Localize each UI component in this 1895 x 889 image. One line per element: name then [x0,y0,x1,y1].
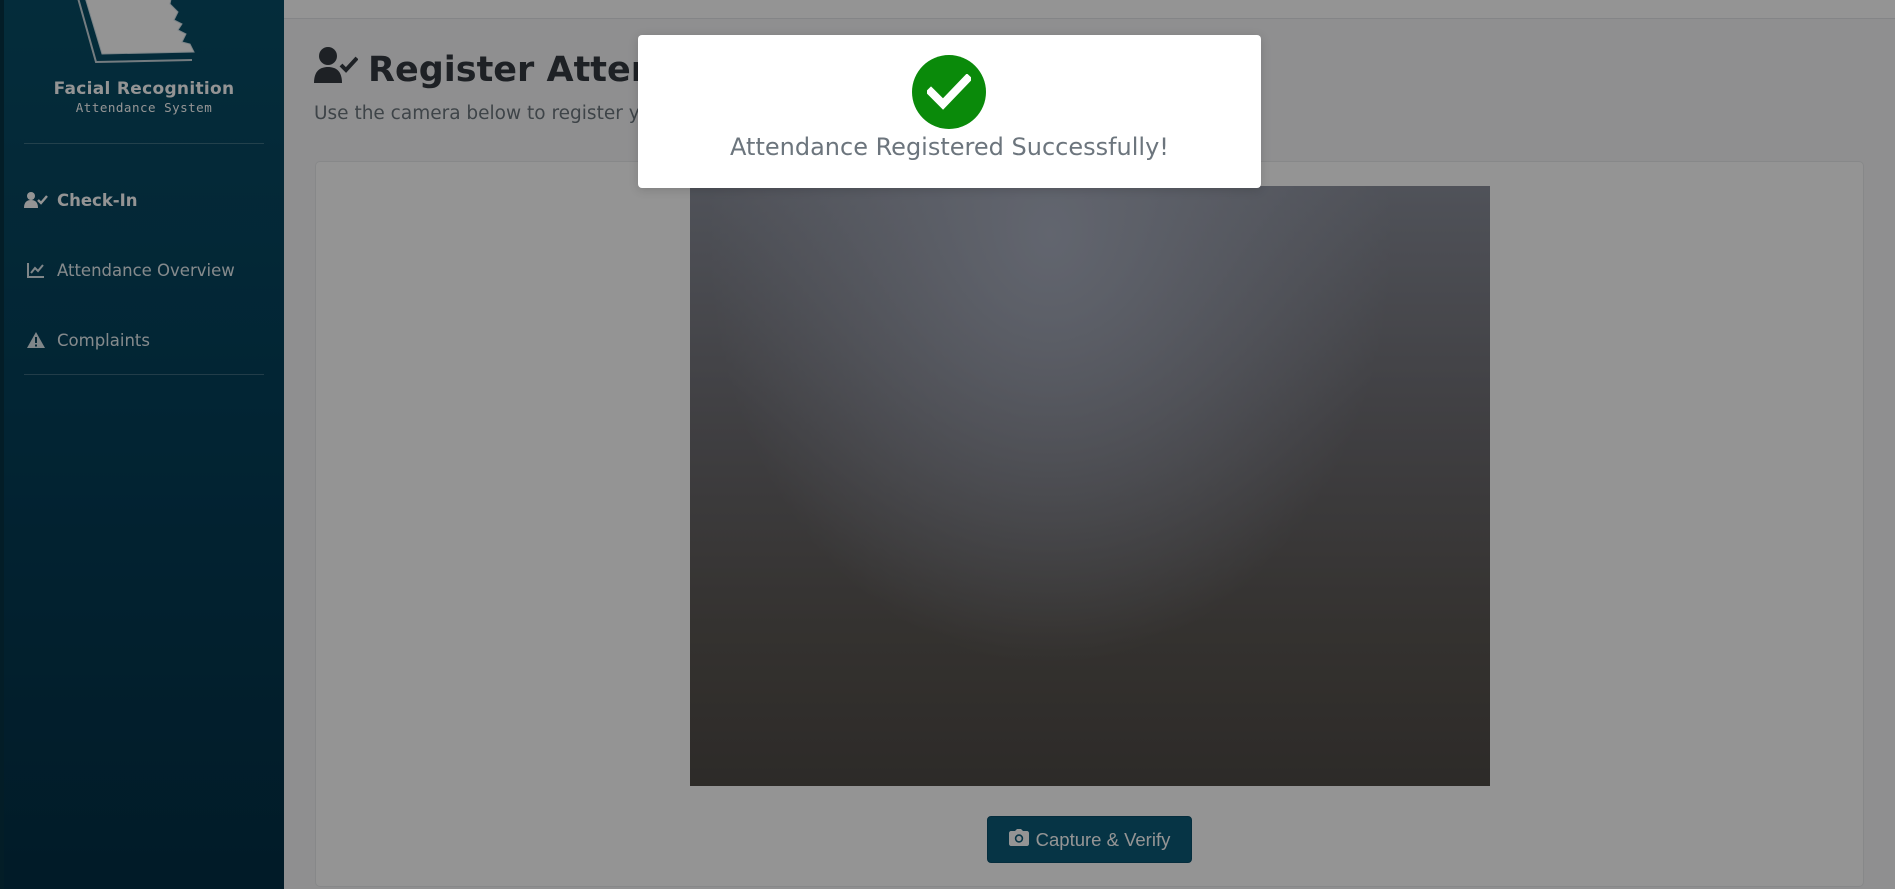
success-dialog: Attendance Registered Successfully! [638,35,1261,188]
check-circle-icon [912,55,986,129]
success-message: Attendance Registered Successfully! [730,133,1169,161]
